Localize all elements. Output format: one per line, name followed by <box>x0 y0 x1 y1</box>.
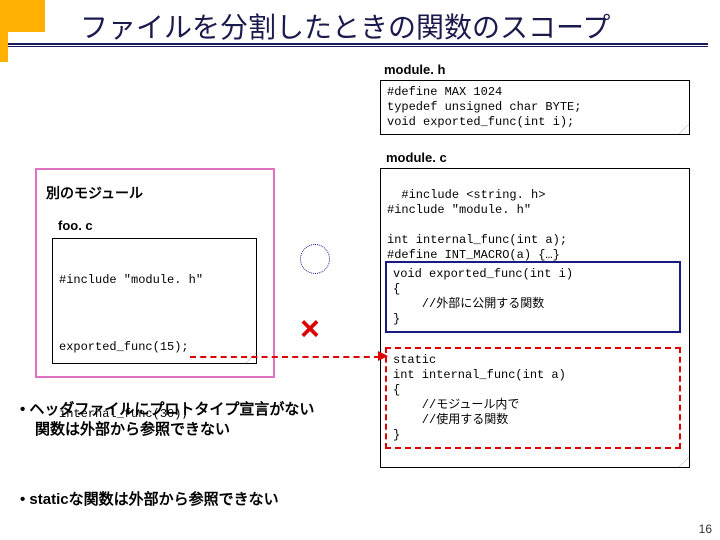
module-c-code: #include <string. h> #include "module. h… <box>380 168 690 468</box>
divider-line <box>8 43 708 45</box>
page-number: 16 <box>699 522 712 536</box>
module-h-caption: module. h <box>384 62 445 77</box>
foo-caption: foo. c <box>58 218 93 233</box>
slide-title: ファイルを分割したときの関数のスコープ <box>80 6 610 46</box>
module-c-caption: module. c <box>386 150 447 165</box>
ng-x-icon: × <box>300 310 320 349</box>
exported-func-box: void exported_func(int i) { //外部に公開する関数 … <box>385 261 681 333</box>
foo-line-include: #include "module. h" <box>59 273 250 288</box>
other-module-label: 別のモジュール <box>46 183 143 203</box>
arrow-line <box>190 356 380 358</box>
arrow-head-icon <box>378 351 388 361</box>
static-func-box: static int internal_func(int a) { //モジュー… <box>385 347 681 449</box>
slide-header: ファイルを分割したときの関数のスコープ <box>0 0 720 62</box>
foo-code: #include "module. h" exported_func(15); … <box>52 238 257 364</box>
decor-orange-side <box>0 32 8 62</box>
bullet-prototype: • ヘッダファイルにプロトタイプ宣言がない 関数は外部から参照できない <box>20 400 314 441</box>
module-h-code: #define MAX 1024 typedef unsigned char B… <box>380 80 690 135</box>
module-c-top-code: #include <string. h> #include "module. h… <box>387 188 567 262</box>
divider-line <box>8 46 708 47</box>
foo-line-exported: exported_func(15); <box>59 340 250 355</box>
decor-orange-block <box>0 0 45 32</box>
ok-circle-icon <box>300 244 330 274</box>
bullet-static: • staticな関数は外部から参照できない <box>20 490 279 510</box>
